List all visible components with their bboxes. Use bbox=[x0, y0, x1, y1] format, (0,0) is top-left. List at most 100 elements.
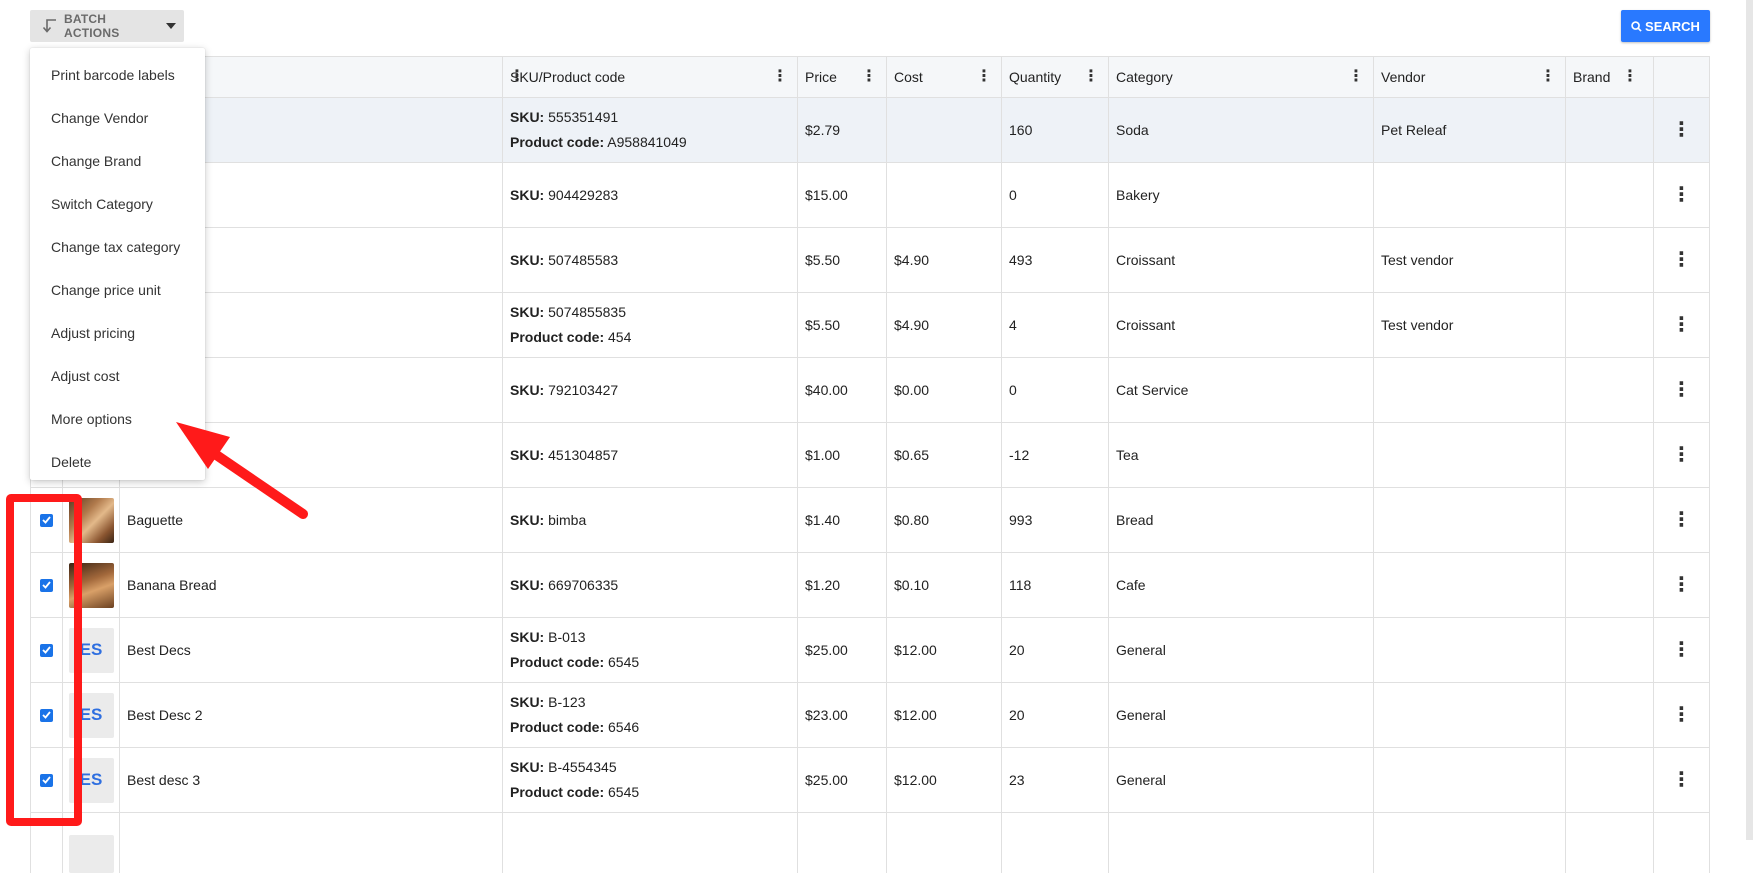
page-scrollbar[interactable] bbox=[1746, 0, 1753, 840]
sku-value: 5074855835 bbox=[548, 304, 626, 320]
row-menu-icon[interactable]: ⋮ bbox=[1670, 575, 1694, 595]
sku-prefix: SKU: bbox=[510, 109, 545, 125]
placeholder-initials: ES bbox=[79, 640, 103, 659]
column-menu-icon[interactable]: ⋮ bbox=[1346, 69, 1366, 85]
row-menu-icon[interactable]: ⋮ bbox=[1670, 380, 1694, 400]
quantity-cell: 118 bbox=[1001, 553, 1108, 617]
brand-cell bbox=[1565, 228, 1653, 292]
row-menu-icon[interactable]: ⋮ bbox=[1670, 445, 1694, 465]
table-row[interactable]: chingSKU: 792103427$40.00$0.000Cat Servi… bbox=[30, 358, 1710, 423]
price-value: $40.00 bbox=[805, 382, 848, 398]
quantity-cell: 20 bbox=[1001, 683, 1108, 747]
cost-value: $0.00 bbox=[894, 382, 930, 398]
header-brand[interactable]: Brand ⋮ bbox=[1565, 57, 1653, 97]
price-cell: $40.00 bbox=[797, 358, 886, 422]
table-row[interactable]: ES Best Desc 2 SKU: B-123 Product code: 654… bbox=[30, 683, 1710, 748]
quantity-value: 4 bbox=[1009, 317, 1017, 333]
sku-cell: SKU: 792103427 bbox=[502, 358, 797, 422]
cost-cell: $0.80 bbox=[886, 488, 1001, 552]
price-cell: $1.40 bbox=[797, 488, 886, 552]
sku-line: SKU: 669706335 bbox=[510, 573, 790, 598]
price-cell: $1.00 bbox=[797, 423, 886, 487]
column-menu-icon[interactable]: ⋮ bbox=[974, 69, 994, 85]
price-cell: $5.50 bbox=[797, 228, 886, 292]
quantity-cell: -12 bbox=[1001, 423, 1108, 487]
table-row[interactable]: ES Best desc 3 SKU: B-4554345 Product code:… bbox=[30, 748, 1710, 813]
cost-cell: $4.90 bbox=[886, 293, 1001, 357]
vendor-cell bbox=[1373, 813, 1565, 873]
brand-cell bbox=[1565, 488, 1653, 552]
column-menu-icon[interactable]: ⋮ bbox=[1081, 69, 1101, 85]
header-vendor[interactable]: Vendor ⋮ bbox=[1373, 57, 1565, 97]
product-code-value: 6545 bbox=[608, 654, 640, 670]
sku-value: bimba bbox=[548, 511, 587, 528]
header-sku[interactable]: SKU/Product code ⋮ bbox=[502, 57, 797, 97]
column-menu-icon[interactable]: ⋮ bbox=[770, 69, 790, 85]
header-quantity[interactable]: Quantity ⋮ bbox=[1001, 57, 1108, 97]
row-menu-icon[interactable]: ⋮ bbox=[1670, 510, 1694, 530]
row-menu-icon[interactable]: ⋮ bbox=[1670, 705, 1694, 725]
search-label: SEARCH bbox=[1645, 18, 1700, 34]
column-menu-icon[interactable]: ⋮ bbox=[859, 69, 879, 85]
corner-down-left-arrow-icon bbox=[42, 19, 56, 33]
menu-item[interactable]: Adjust cost bbox=[30, 354, 205, 397]
vendor-value: Test vendor bbox=[1381, 317, 1454, 333]
sku-value: B-4554345 bbox=[548, 759, 617, 775]
menu-item[interactable]: Print barcode labels bbox=[30, 53, 205, 96]
vendor-cell bbox=[1373, 748, 1565, 812]
product-code-line: Product code: 6545 bbox=[510, 780, 790, 805]
brand-cell bbox=[1565, 293, 1653, 357]
sku-line: SKU: B-123 bbox=[510, 690, 790, 715]
price-value: $25.00 bbox=[805, 772, 848, 788]
price-value: $5.50 bbox=[805, 317, 841, 333]
table-row[interactable]: SKU: 555351491 Product code: A958841049 $2… bbox=[30, 98, 1710, 163]
cost-cell: $0.65 bbox=[886, 423, 1001, 487]
sku-cell: SKU: B-4554345 Product code: 6545 bbox=[502, 748, 797, 812]
menu-item[interactable]: Adjust pricing bbox=[30, 311, 205, 354]
table-row[interactable]: SKU: 904429283 $15.00 0 Bakery ⋮ bbox=[30, 163, 1710, 228]
header-brand-label: Brand bbox=[1573, 69, 1611, 85]
sku-prefix: SKU: bbox=[510, 576, 545, 593]
table-row[interactable]: STSKU: 5074855835Product code: 454$5.50$… bbox=[30, 293, 1710, 358]
sku-value: 669706335 bbox=[548, 576, 619, 593]
actions-cell: ⋮ bbox=[1653, 618, 1710, 682]
name-value: Best Decs bbox=[127, 642, 191, 658]
header-price[interactable]: Price ⋮ bbox=[797, 57, 886, 97]
table-row[interactable]: ES Best Decs SKU: B-013 Product code: 6545 $… bbox=[30, 618, 1710, 683]
row-menu-icon[interactable]: ⋮ bbox=[1670, 640, 1694, 660]
table-row[interactable]: SKU: 507485583 $5.50 $4.90 493 Croissant Test… bbox=[30, 228, 1710, 293]
table-row[interactable]: Banana Bread SKU: 669706335 $1.20 $0.10 118 C… bbox=[30, 553, 1710, 618]
table-row[interactable] bbox=[30, 813, 1710, 873]
sku-prefix: SKU: bbox=[510, 759, 545, 775]
row-menu-icon[interactable]: ⋮ bbox=[1670, 315, 1694, 335]
menu-item[interactable]: Change Vendor bbox=[30, 96, 205, 139]
menu-item[interactable]: More options bbox=[30, 397, 205, 440]
menu-item[interactable]: Change tax category bbox=[30, 225, 205, 268]
header-cost[interactable]: Cost ⋮ bbox=[886, 57, 1001, 97]
sku-line: SKU: B-013 bbox=[510, 625, 790, 650]
header-category[interactable]: Category ⋮ bbox=[1108, 57, 1373, 97]
menu-item[interactable]: Change price unit bbox=[30, 268, 205, 311]
row-menu-icon[interactable]: ⋮ bbox=[1670, 770, 1694, 790]
name-cell: Best Desc 2 bbox=[119, 683, 502, 747]
search-button[interactable]: SEARCH bbox=[1621, 10, 1710, 42]
quantity-cell: 0 bbox=[1001, 163, 1108, 227]
row-menu-icon[interactable]: ⋮ bbox=[1670, 185, 1694, 205]
column-menu-icon[interactable]: ⋮ bbox=[1538, 69, 1558, 85]
menu-item[interactable]: Change Brand bbox=[30, 139, 205, 182]
sku-prefix: SKU: bbox=[510, 186, 545, 203]
menu-item[interactable]: Delete bbox=[30, 440, 205, 483]
column-menu-icon[interactable]: ⋮ bbox=[1620, 69, 1640, 85]
quantity-value: 493 bbox=[1009, 252, 1033, 268]
table-row[interactable]: SKU: 451304857 $1.00 $0.65 -12 Tea ⋮ bbox=[30, 423, 1710, 488]
vendor-cell bbox=[1373, 423, 1565, 487]
header-cost-label: Cost bbox=[894, 69, 923, 85]
menu-item[interactable]: Switch Category bbox=[30, 182, 205, 225]
row-menu-icon[interactable]: ⋮ bbox=[1670, 250, 1694, 270]
row-menu-icon[interactable]: ⋮ bbox=[1670, 120, 1694, 140]
annotation-highlight-box bbox=[6, 494, 82, 826]
table-row[interactable]: Baguette SKU: bimba $1.40 $0.80 993 Bread ⋮ bbox=[30, 488, 1710, 553]
batch-actions-button[interactable]: BATCH ACTIONS bbox=[30, 10, 184, 42]
sku-cell: SKU: bimba bbox=[502, 488, 797, 552]
product-placeholder-thumbnail bbox=[68, 835, 114, 873]
